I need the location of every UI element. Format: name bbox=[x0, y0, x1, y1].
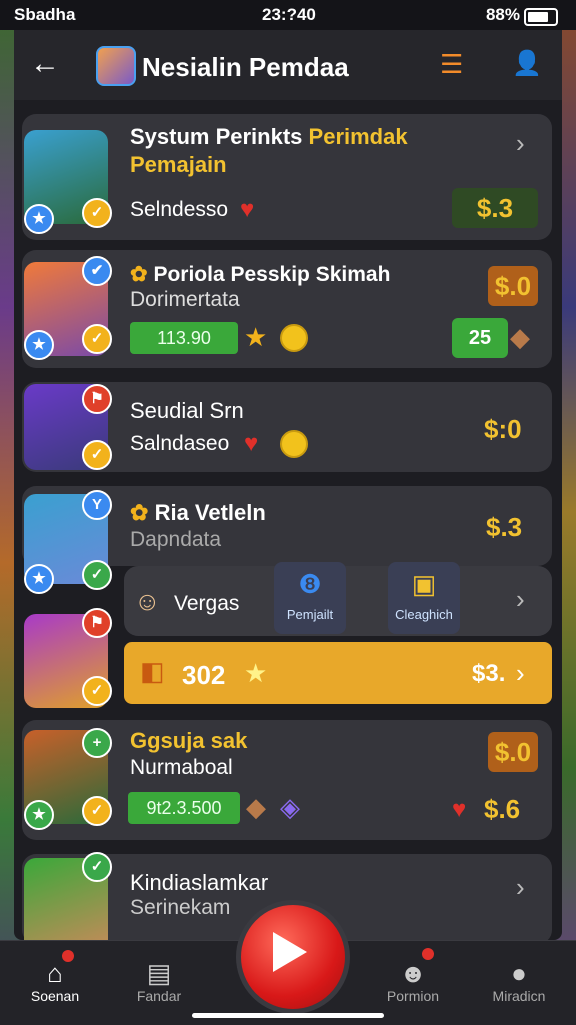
heart-icon: ♥ bbox=[244, 430, 259, 457]
check-badge-icon: ✓ bbox=[82, 198, 112, 228]
score-pill: 9t2.3.500 bbox=[128, 792, 240, 824]
price-label: $:0 bbox=[484, 414, 522, 444]
row-subtitle: Dapndata bbox=[130, 528, 222, 551]
heart-icon: ♥ bbox=[452, 796, 467, 823]
action-button-1[interactable]: ❽ Pemjailt bbox=[274, 562, 346, 634]
amount-label: 302 bbox=[182, 660, 226, 690]
notification-dot bbox=[62, 950, 74, 962]
status-bar: Sbadha 23:?40 88% bbox=[0, 0, 576, 30]
coin-icon bbox=[280, 430, 308, 458]
star-badge-icon: ★ bbox=[24, 800, 54, 830]
time-label: 23:?40 bbox=[262, 5, 316, 24]
star-icon: ★ bbox=[244, 322, 268, 352]
carrier-label: Sbadha bbox=[14, 5, 76, 24]
battery-label: 88% bbox=[485, 5, 520, 24]
nav-item-promotion[interactable]: ☻ Pormion bbox=[368, 958, 458, 1004]
action-label: Pemjailt bbox=[286, 607, 334, 622]
nav-item-profile[interactable]: ● Miradicn bbox=[474, 958, 564, 1004]
row-title: Seudial Srn bbox=[130, 398, 244, 423]
home-icon: ⌂ bbox=[47, 958, 63, 988]
flag-badge-icon: ⚑ bbox=[82, 384, 112, 414]
ticket-icon: ◧ bbox=[140, 656, 165, 686]
header-avatar bbox=[96, 46, 136, 86]
nav-label: Miradicn bbox=[492, 988, 546, 1004]
filter-icon[interactable]: ☰ bbox=[440, 50, 468, 78]
row-title: Systum Perinkts Perimdak bbox=[130, 124, 408, 149]
price-label: $.3 bbox=[486, 512, 523, 542]
crate-icon: ◆ bbox=[510, 322, 530, 352]
character-icon: ☺ bbox=[134, 586, 161, 616]
price-badge: $.3 bbox=[452, 188, 538, 228]
check-badge-icon: ✓ bbox=[82, 440, 112, 470]
shield-badge-icon: Y bbox=[82, 490, 112, 520]
back-button[interactable]: ← bbox=[30, 44, 60, 84]
row-subtitle: Selndesso bbox=[130, 198, 229, 221]
nav-item-home[interactable]: ⌂ Soenan bbox=[10, 958, 100, 1004]
user-icon: ● bbox=[511, 958, 527, 988]
chevron-right-icon[interactable]: › bbox=[516, 872, 525, 903]
battery-icon bbox=[524, 8, 558, 26]
page-title: Nesialin Pemdaa bbox=[142, 52, 349, 82]
row-title: ✿ Ria Vetleln bbox=[130, 500, 266, 525]
row-title: ✿ Poriola Pesskip Skimah bbox=[130, 263, 391, 286]
row-subtitle: Dorimertata bbox=[130, 288, 240, 311]
row-subtitle: Nurmaboal bbox=[130, 756, 233, 779]
profile-icon[interactable]: 👤 bbox=[512, 50, 542, 78]
check-badge-icon: ✓ bbox=[82, 560, 112, 590]
nav-label: Fandar bbox=[136, 988, 182, 1004]
price-label: $3. bbox=[472, 660, 506, 687]
check-badge-icon: ✓ bbox=[82, 324, 112, 354]
member-name: Vergas bbox=[174, 592, 240, 615]
play-icon bbox=[273, 932, 307, 972]
check-badge-icon: ✓ bbox=[82, 676, 112, 706]
check-badge-icon: ✓ bbox=[82, 852, 112, 882]
row-title: Kindiaslamkar bbox=[130, 870, 269, 895]
gem-icon: ◈ bbox=[280, 792, 300, 822]
nav-label: Pormion bbox=[386, 988, 440, 1004]
star-badge-icon: ★ bbox=[24, 330, 54, 360]
flag-badge-icon: ⚑ bbox=[82, 608, 112, 638]
notification-dot bbox=[422, 948, 434, 960]
price-label: $.6 bbox=[484, 794, 521, 824]
price-badge: $.0 bbox=[488, 266, 538, 306]
action-button-2[interactable]: ▣ Cleaghich bbox=[388, 562, 460, 634]
star-icon: ★ bbox=[244, 658, 268, 688]
nav-label: Soenan bbox=[30, 988, 80, 1004]
score-pill: 113.90 bbox=[130, 322, 238, 354]
price-badge: $.0 bbox=[488, 732, 538, 772]
chevron-right-icon[interactable]: › bbox=[516, 584, 525, 615]
row-title-line2: Pemajain bbox=[130, 152, 227, 177]
star-badge-icon: ★ bbox=[24, 564, 54, 594]
plus-badge-icon: + bbox=[82, 728, 112, 758]
row-subtitle: Salndaseo bbox=[130, 432, 230, 455]
chevron-right-icon[interactable]: › bbox=[516, 658, 525, 689]
row-title: Ggsuja sak bbox=[130, 728, 248, 753]
coin-icon bbox=[280, 324, 308, 352]
home-indicator bbox=[192, 1013, 384, 1018]
crate-icon: ◆ bbox=[246, 792, 266, 822]
store-icon: ▤ bbox=[146, 958, 172, 988]
badge-icon: ❽ bbox=[298, 569, 322, 599]
action-label: Cleaghich bbox=[395, 607, 453, 622]
lock-badge-icon: ✔ bbox=[82, 256, 112, 286]
nav-item-store[interactable]: ▤ Fandar bbox=[114, 958, 204, 1004]
chest-icon: ▣ bbox=[411, 569, 437, 599]
check-badge-icon: ✓ bbox=[82, 796, 112, 826]
heart-icon: ♥ bbox=[240, 196, 255, 223]
profile-badge-icon: ☻ bbox=[399, 958, 427, 988]
chevron-right-icon[interactable]: › bbox=[516, 128, 525, 159]
row-subtitle: Serinekam bbox=[130, 896, 231, 919]
count-badge: 25 bbox=[452, 318, 508, 358]
star-badge-icon: ★ bbox=[24, 204, 54, 234]
